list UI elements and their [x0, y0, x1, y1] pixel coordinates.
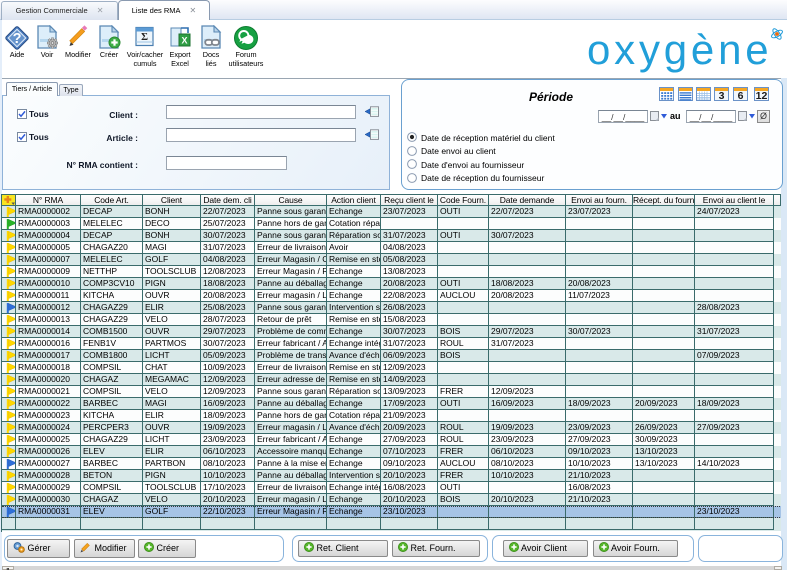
svg-text:Σ: Σ	[141, 32, 148, 43]
svg-text:6: 6	[738, 90, 744, 101]
svg-text:12: 12	[756, 90, 768, 101]
svg-text:3: 3	[719, 90, 725, 101]
